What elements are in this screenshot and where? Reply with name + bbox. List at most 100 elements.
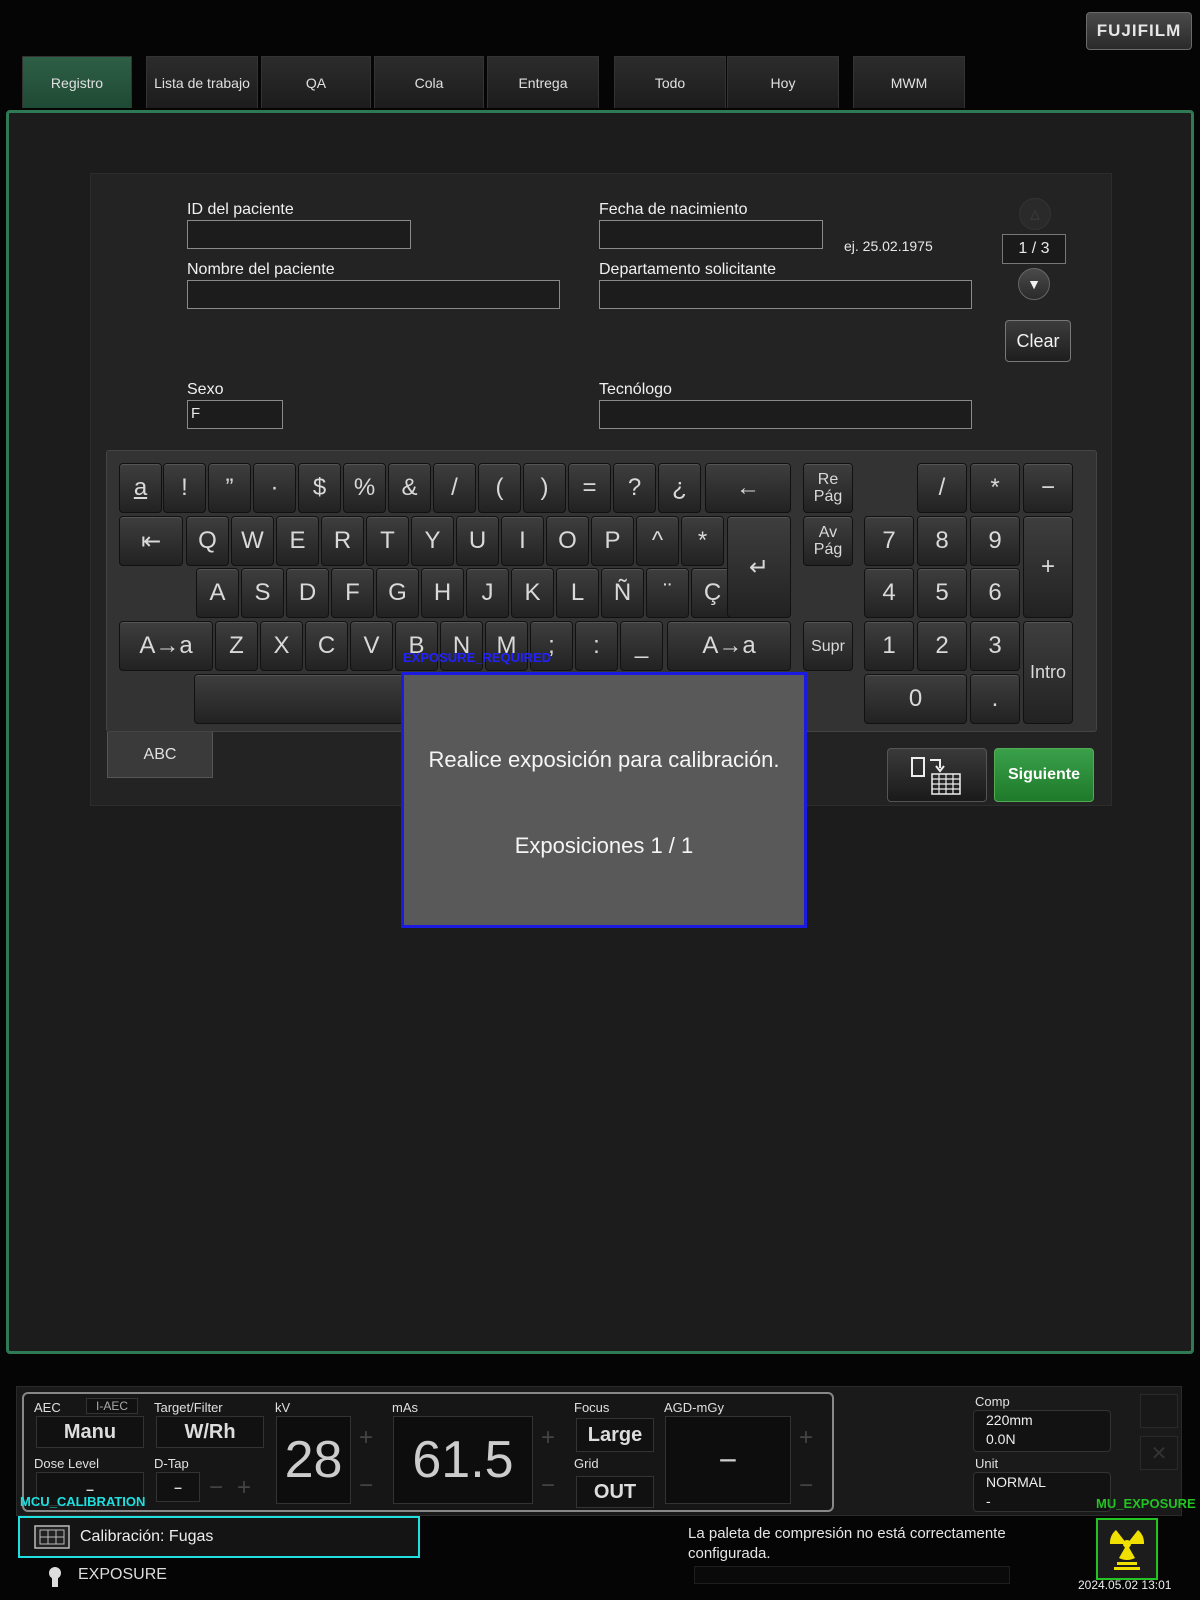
key-r1-5[interactable]: % [343, 463, 386, 513]
key-r3-7[interactable]: K [511, 568, 554, 618]
page-down-key[interactable]: Av Pág [803, 516, 853, 566]
kv-minus-button[interactable]: − [354, 1472, 378, 1500]
key-r2-11[interactable]: ^ [636, 516, 679, 566]
key-r4-4[interactable]: V [350, 621, 393, 671]
patient-id-field[interactable] [187, 220, 411, 249]
key-r1-8[interactable]: ( [478, 463, 521, 513]
numpad-key-8[interactable]: 3 [970, 621, 1020, 671]
keyboard-mode-tab[interactable]: ABC [107, 732, 213, 778]
page-up-key[interactable]: Re Pág [803, 463, 853, 513]
key-r1-1[interactable]: ! [163, 463, 206, 513]
key-r4-1[interactable]: Z [215, 621, 258, 671]
focus-select[interactable]: Large [576, 1418, 654, 1452]
key-r2-5[interactable]: T [366, 516, 409, 566]
key-r3-1[interactable]: S [241, 568, 284, 618]
key-r4-3[interactable]: C [305, 621, 348, 671]
numpad-key-1[interactable]: 8 [917, 516, 967, 566]
numpad-plus-key[interactable]: + [1023, 516, 1073, 618]
key-r3-0[interactable]: A [196, 568, 239, 618]
key-r1-7[interactable]: / [433, 463, 476, 513]
key-r1-9[interactable]: ) [523, 463, 566, 513]
key-r3-4[interactable]: G [376, 568, 419, 618]
numpad-key-6[interactable]: 1 [864, 621, 914, 671]
key-r3-5[interactable]: H [421, 568, 464, 618]
tools-icon[interactable]: ✕ [1140, 1436, 1178, 1470]
key-r1-12[interactable]: ¿ [658, 463, 701, 513]
tab-entrega[interactable]: Entrega [487, 56, 599, 108]
key-r1-4[interactable]: $ [298, 463, 341, 513]
target-filter-select[interactable]: W/Rh [156, 1416, 264, 1448]
aec-select[interactable]: Manu [36, 1416, 144, 1448]
tab-todo[interactable]: Todo [614, 56, 726, 108]
dtap-minus-button[interactable]: − [204, 1474, 228, 1502]
key-r1-3[interactable]: · [253, 463, 296, 513]
tab-key[interactable]: ⇤ [119, 516, 183, 566]
shift-right-key[interactable]: A→a [667, 621, 791, 671]
key-r3-10[interactable]: ¨ [646, 568, 689, 618]
space-key[interactable] [194, 674, 408, 724]
tab-lista-de-trabajo[interactable]: Lista de trabajo [146, 56, 258, 108]
numpad-key-2[interactable]: 9 [970, 516, 1020, 566]
clear-button[interactable]: Clear [1005, 320, 1071, 362]
tab-registro[interactable]: Registro [22, 56, 132, 108]
key-r2-9[interactable]: O [546, 516, 589, 566]
page-down-button[interactable]: ▼ [1018, 268, 1050, 300]
backspace-key[interactable]: ← [705, 463, 791, 513]
key-r2-10[interactable]: P [591, 516, 634, 566]
next-button[interactable]: Siguiente [994, 748, 1094, 802]
key-r2-8[interactable]: I [501, 516, 544, 566]
dtap-plus-button[interactable]: + [232, 1474, 256, 1502]
key-r1-0[interactable]: a [119, 463, 162, 513]
grid-select[interactable]: OUT [576, 1476, 654, 1508]
sex-field[interactable]: F [187, 400, 283, 429]
key-r1-2[interactable]: ” [208, 463, 251, 513]
agd-plus-button[interactable]: + [794, 1424, 818, 1452]
tab-hoy[interactable]: Hoy [727, 56, 839, 108]
numpad-divide-key[interactable]: / [917, 463, 967, 513]
mas-minus-button[interactable]: − [536, 1472, 560, 1500]
numpad-enter-key[interactable]: Intro [1023, 621, 1073, 724]
key-r2-2[interactable]: W [231, 516, 274, 566]
shift-left-key[interactable]: A→a [119, 621, 213, 671]
tab-qa[interactable]: QA [261, 56, 371, 108]
key-r2-6[interactable]: Y [411, 516, 454, 566]
key-r1-10[interactable]: = [568, 463, 611, 513]
key-r1-6[interactable]: & [388, 463, 431, 513]
delete-key[interactable]: Supr [803, 621, 853, 671]
numpad-zero-key[interactable]: 0 [864, 674, 967, 724]
numpad-minus-key[interactable]: − [1023, 463, 1073, 513]
enter-key[interactable]: ↵ [727, 516, 791, 618]
birth-date-field[interactable] [599, 220, 823, 249]
key-r1-11[interactable]: ? [613, 463, 656, 513]
technologist-field[interactable] [599, 400, 972, 429]
key-r3-2[interactable]: D [286, 568, 329, 618]
numpad-key-0[interactable]: 7 [864, 516, 914, 566]
numpad-key-7[interactable]: 2 [917, 621, 967, 671]
key-r2-7[interactable]: U [456, 516, 499, 566]
key-r4-9[interactable]: : [575, 621, 618, 671]
key-r3-3[interactable]: F [331, 568, 374, 618]
key-r2-1[interactable]: Q [186, 516, 229, 566]
key-r3-8[interactable]: L [556, 568, 599, 618]
numpad-multiply-key[interactable]: * [970, 463, 1020, 513]
patient-name-field[interactable] [187, 280, 560, 309]
key-r4-2[interactable]: X [260, 621, 303, 671]
tab-cola[interactable]: Cola [374, 56, 484, 108]
worklist-import-button[interactable] [887, 748, 987, 802]
numpad-key-3[interactable]: 4 [864, 568, 914, 618]
kv-plus-button[interactable]: + [354, 1424, 378, 1452]
key-r2-4[interactable]: R [321, 516, 364, 566]
calibration-status[interactable]: Calibración: Fugas [18, 1516, 420, 1558]
numpad-key-5[interactable]: 6 [970, 568, 1020, 618]
key-r4-10[interactable]: _ [620, 621, 663, 671]
numpad-key-4[interactable]: 5 [917, 568, 967, 618]
mas-plus-button[interactable]: + [536, 1424, 560, 1452]
tab-mwm[interactable]: MWM [853, 56, 965, 108]
key-r2-12[interactable]: * [681, 516, 724, 566]
department-field[interactable] [599, 280, 972, 309]
page-up-button[interactable]: △ [1019, 198, 1051, 230]
key-r3-6[interactable]: J [466, 568, 509, 618]
key-r2-3[interactable]: E [276, 516, 319, 566]
agd-minus-button[interactable]: − [794, 1472, 818, 1500]
key-r3-9[interactable]: Ñ [601, 568, 644, 618]
